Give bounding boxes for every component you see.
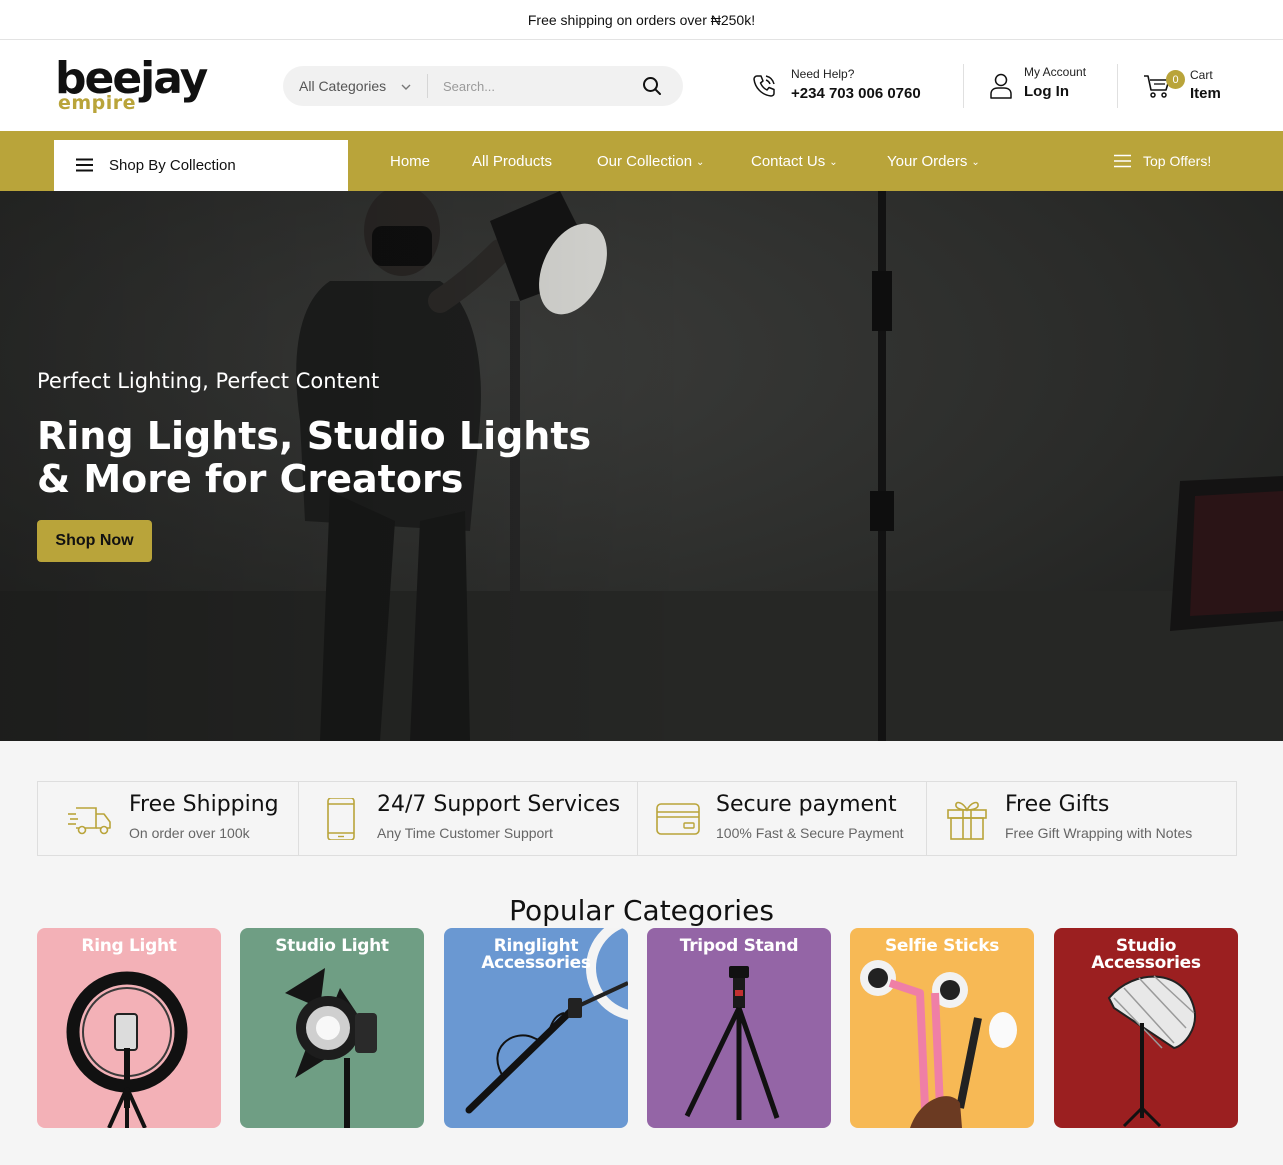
nav-all-products[interactable]: All Products	[472, 131, 552, 191]
feature-subtitle: On order over 100k	[129, 825, 250, 841]
logo-subword: empire	[58, 92, 137, 114]
credit-card-icon	[656, 803, 700, 835]
feature-subtitle: 100% Fast & Secure Payment	[716, 825, 904, 841]
category-label: Studio Accessories	[1054, 938, 1238, 972]
category-label: Studio Light	[240, 938, 424, 955]
cart-link[interactable]: 0 Cart Item	[1142, 64, 1242, 112]
features-strip: Free Shipping On order over 100k 24/7 Su…	[37, 781, 1237, 856]
feature-title: Free Shipping	[129, 792, 279, 817]
category-card-ringlight-accessories[interactable]: Ringlight Accessories	[444, 928, 628, 1128]
feature-title: Free Gifts	[1005, 792, 1110, 817]
selfie-sticks-image	[850, 928, 1034, 1128]
category-card-tripod-stand[interactable]: Tripod Stand	[647, 928, 831, 1128]
account-link[interactable]: My Account Log In	[988, 64, 1108, 108]
nav-your-orders-label: Your Orders	[887, 152, 968, 170]
studio-light-image	[240, 928, 424, 1128]
delivery-truck-icon	[68, 807, 111, 835]
nav-all-products-label: All Products	[472, 152, 553, 170]
category-label-line1: Ring Light	[81, 936, 177, 956]
feature-title: Secure payment	[716, 792, 897, 817]
user-icon	[990, 73, 1012, 99]
category-card-studio-light[interactable]: Studio Light	[240, 928, 424, 1128]
shop-now-button[interactable]: Shop Now	[37, 520, 152, 562]
category-card-studio-accessories[interactable]: Studio Accessories	[1054, 928, 1238, 1128]
chevron-down-icon: ⌄	[829, 156, 838, 168]
cart-items-label: Item	[1190, 85, 1221, 102]
search-divider	[427, 74, 428, 98]
top-offers-label: Top Offers!	[1143, 153, 1212, 169]
search-icon[interactable]	[641, 75, 663, 97]
tripod-stand-image	[647, 928, 831, 1128]
login-link[interactable]: Log In	[1024, 83, 1069, 100]
nav-our-collection[interactable]: Our Collection ⌄	[597, 131, 704, 191]
nav-home-label: Home	[390, 152, 431, 170]
gift-box-icon	[947, 801, 987, 840]
feature-subtitle: Any Time Customer Support	[377, 825, 553, 841]
nav-your-orders[interactable]: Your Orders ⌄	[887, 131, 980, 191]
top-offers-link[interactable]: Top Offers!	[1114, 131, 1211, 191]
search-bar: All Categories	[283, 66, 683, 106]
hero-banner: Perfect Lighting, Perfect Content Ring L…	[0, 191, 1283, 741]
cart-count-badge: 0	[1166, 70, 1185, 89]
category-card-selfie-sticks[interactable]: Selfie Sticks	[850, 928, 1034, 1128]
announcement-text: Free shipping on orders over ₦250k!	[527, 11, 756, 28]
chevron-down-icon: ⌄	[696, 156, 705, 168]
nav-our-collection-label: Our Collection	[597, 152, 693, 170]
feature-title: 24/7 Support Services	[377, 792, 621, 817]
help-contact[interactable]: Need Help? +234 703 006 0760	[750, 64, 950, 108]
category-label-line1: Selfie Sticks	[884, 936, 1000, 956]
main-nav: Shop By Collection Home All Products Our…	[0, 131, 1283, 191]
feature-support: 24/7 Support Services Any Time Customer …	[299, 782, 638, 855]
category-select[interactable]: All Categories	[299, 66, 386, 106]
nav-home[interactable]: Home	[390, 131, 430, 191]
nav-contact-us[interactable]: Contact Us ⌄	[751, 131, 838, 191]
hero-headline: Ring Lights, Studio Lights & More for Cr…	[37, 414, 592, 501]
feature-free-gifts: Free Gifts Free Gift Wrapping with Notes	[927, 782, 1236, 855]
phone-icon	[753, 75, 775, 97]
account-label: My Account	[1024, 65, 1087, 79]
ring-light-image	[37, 928, 221, 1128]
help-label: Need Help?	[791, 67, 855, 81]
category-label: Ring Light	[37, 938, 221, 955]
category-label: Tripod Stand	[647, 938, 831, 955]
feature-subtitle: Free Gift Wrapping with Notes	[1005, 825, 1193, 841]
chevron-down-icon[interactable]	[399, 80, 413, 94]
category-card-ring-light[interactable]: Ring Light	[37, 928, 221, 1128]
category-label-line1: Tripod Stand	[679, 936, 799, 956]
help-phone[interactable]: +234 703 006 0760	[791, 85, 921, 102]
header-divider	[963, 64, 964, 108]
category-label-line2: Accessories	[1091, 953, 1201, 973]
search-input[interactable]	[443, 74, 633, 98]
popular-categories-title: Popular Categories	[509, 894, 774, 927]
announcement-bar: Free shipping on orders over ₦250k!	[0, 0, 1283, 40]
chevron-down-icon: ⌄	[971, 156, 980, 168]
cart-label: Cart	[1190, 68, 1213, 82]
shop-by-collection-label: Shop By Collection	[109, 157, 236, 174]
header-divider	[1117, 64, 1118, 108]
category-label-line2: Accessories	[481, 953, 591, 973]
feature-secure-payment: Secure payment 100% Fast & Secure Paymen…	[638, 782, 927, 855]
nav-contact-us-label: Contact Us	[751, 152, 826, 170]
menu-icon	[1114, 154, 1131, 168]
menu-icon	[76, 158, 93, 172]
feature-free-shipping: Free Shipping On order over 100k	[38, 782, 299, 855]
category-label-line1: Studio Light	[275, 936, 389, 956]
site-header: beejay empire All Categories Need Help? …	[0, 40, 1283, 131]
brand-logo[interactable]: beejay empire	[55, 54, 215, 116]
category-label: Ringlight Accessories	[444, 938, 628, 972]
category-label: Selfie Sticks	[850, 938, 1034, 955]
hero-kicker: Perfect Lighting, Perfect Content	[37, 369, 380, 393]
shop-by-collection-button[interactable]: Shop By Collection	[54, 140, 348, 191]
mobile-phone-icon	[327, 798, 355, 840]
